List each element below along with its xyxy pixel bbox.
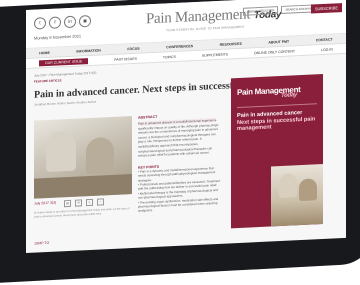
rss-icon[interactable]: ◉ <box>79 14 91 28</box>
nav-about[interactable]: ABOUT PMT <box>268 39 289 44</box>
figure-label: July 2017 3(3) <box>34 200 57 206</box>
cover-photo-figure <box>299 178 317 202</box>
facebook-icon[interactable]: f <box>49 16 61 29</box>
abstract-body: significantly impact on quality of life.… <box>138 122 219 158</box>
key-points-section: KEY POINTS • Pain is a dynamic and multi… <box>138 162 220 214</box>
nav-past-issues[interactable]: PAST ISSUES <box>114 56 137 61</box>
abstract-section: ABSTRACT Pain in advanced disease is a m… <box>138 112 220 214</box>
cover-logo: Pain Management Today <box>237 85 301 101</box>
print-icon[interactable]: ▤ <box>64 199 71 208</box>
nav-current-issue[interactable]: OUR CURRENT ISSUE <box>39 57 89 66</box>
subscribe-button[interactable]: SUBSCRIBE <box>310 3 342 14</box>
nav-log-in[interactable]: LOG IN <box>321 47 333 52</box>
twitter-icon[interactable]: t <box>34 17 46 30</box>
nav-resources[interactable]: RESOURCES <box>220 41 242 46</box>
share-icons: ▤ ✉ ▯ + <box>64 198 104 208</box>
linkedin-icon[interactable]: in <box>64 15 76 29</box>
header-date: Monday 8 November 2021 <box>34 33 82 41</box>
photo-figure-left <box>46 130 76 173</box>
author-caption: Dr Author Name is an author for Pain Man… <box>34 207 130 219</box>
abstract-text: Pain in advanced disease is a multidimen… <box>138 118 220 159</box>
cover-photo <box>271 163 323 227</box>
pdf-icon[interactable]: ▯ <box>86 198 93 207</box>
key-point: • Pre-existing organ dysfunction, medica… <box>138 196 219 214</box>
cover-divider <box>237 103 317 109</box>
nav-online-content[interactable]: ONLINE ONLY CONTENT <box>254 49 295 55</box>
tablet-screen: t f in ◉ Monday 8 November 2021 Pain Man… <box>26 0 346 254</box>
article-photo <box>34 116 132 199</box>
nav-information[interactable]: INFORMATION <box>76 48 100 53</box>
tablet-device: t f in ◉ Monday 8 November 2021 Pain Man… <box>0 0 360 285</box>
email-icon[interactable]: ✉ <box>75 199 82 207</box>
jump-to-link[interactable]: JUMP TO <box>34 241 49 246</box>
issue-cover[interactable]: Pain Management Today Pain in advanced c… <box>231 73 323 229</box>
cover-photo-figure <box>279 173 297 199</box>
nav-focus[interactable]: FOCUS <box>127 46 139 51</box>
sign-in-link[interactable]: SIGN IN/REGISTER <box>243 6 279 16</box>
cover-title: Pain in advanced cancer Next steps in su… <box>237 109 319 133</box>
nav-contact[interactable]: CONTACT <box>316 37 333 42</box>
nav-topics[interactable]: TOPICS <box>163 54 176 59</box>
nav-conferences[interactable]: CONFERENCES <box>166 44 193 49</box>
photo-table <box>34 174 132 199</box>
nav-supplements[interactable]: SUPPLEMENTS <box>202 52 228 57</box>
photo-figure-right <box>86 136 114 175</box>
nav-home[interactable]: HOME <box>39 50 50 54</box>
social-icons: t f in ◉ <box>34 14 91 30</box>
share-icon[interactable]: + <box>97 198 104 206</box>
